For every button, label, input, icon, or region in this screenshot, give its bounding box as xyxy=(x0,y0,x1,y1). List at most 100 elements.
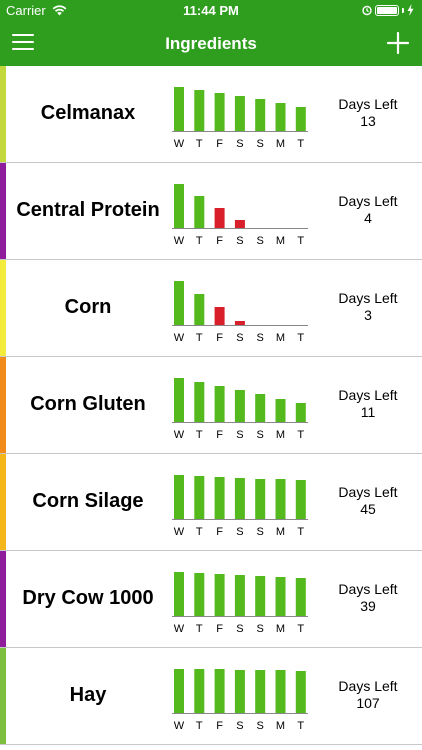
usage-bar xyxy=(234,478,245,519)
day-label: M xyxy=(276,235,285,247)
days-left-label: Days Left xyxy=(338,387,398,403)
day-label: W xyxy=(174,235,185,247)
days-left: Days Left 13 xyxy=(318,96,418,130)
ingredient-name: Central Protein xyxy=(16,199,160,221)
usage-bar xyxy=(174,184,184,228)
usage-bar xyxy=(194,382,205,422)
day-label: W xyxy=(174,332,185,344)
ingredient-list: Celmanax W T F S S M T Days Left 13 Central Protei… xyxy=(0,66,422,745)
usage-bar xyxy=(234,575,245,616)
day-label: S xyxy=(236,429,243,441)
days-left: Days Left 107 xyxy=(318,678,418,712)
usage-bar xyxy=(214,93,225,131)
day-label: F xyxy=(216,526,223,538)
day-label: S xyxy=(257,623,264,635)
day-label: M xyxy=(276,332,285,344)
days-left-value: 13 xyxy=(360,113,376,129)
usage-bar xyxy=(174,281,184,325)
day-label: S xyxy=(257,429,264,441)
day-label: F xyxy=(216,138,223,150)
usage-bar xyxy=(275,479,286,519)
day-label: T xyxy=(196,720,203,732)
day-label: T xyxy=(297,235,304,247)
day-label: S xyxy=(236,138,243,150)
usage-bar xyxy=(295,480,306,519)
usage-bar xyxy=(214,669,225,713)
ingredient-name: Celmanax xyxy=(40,102,136,124)
days-left-label: Days Left xyxy=(338,581,398,597)
days-left: Days Left 3 xyxy=(318,290,418,324)
days-left: Days Left 4 xyxy=(318,193,418,227)
ingredient-row[interactable]: Celmanax W T F S S M T Days Left 13 xyxy=(0,66,422,163)
day-label: W xyxy=(174,138,185,150)
usage-bar-chart: WTFSSMT xyxy=(172,378,308,441)
usage-bar-chart: WTFSSMT xyxy=(172,281,308,344)
ingredient-row[interactable]: Corn Silage W T F S S M T Days Left 45 xyxy=(0,454,422,551)
usage-bar-chart: WTFSSMT xyxy=(172,87,308,150)
usage-bar-chart: WTFSSMT xyxy=(172,669,308,732)
page-title: Ingredients xyxy=(165,34,257,53)
day-label: S xyxy=(236,235,243,247)
days-left-label: Days Left xyxy=(338,678,398,694)
usage-bar xyxy=(275,399,286,422)
status-bar: Carrier 11:44 PM xyxy=(0,0,422,22)
usage-bar xyxy=(194,90,205,131)
day-label: T xyxy=(297,720,304,732)
ingredient-name: Dry Cow 1000 xyxy=(22,587,154,609)
days-left: Days Left 39 xyxy=(318,581,418,615)
day-label: T xyxy=(297,332,304,344)
day-label: T xyxy=(196,429,203,441)
day-label: W xyxy=(174,526,185,538)
day-label: T xyxy=(196,623,203,635)
day-label: S xyxy=(257,720,264,732)
usage-bar xyxy=(234,390,245,422)
day-label: T xyxy=(196,526,203,538)
usage-bar xyxy=(255,99,266,131)
ingredient-row[interactable]: Hay W T F S S M T Days Left 107 xyxy=(0,648,422,745)
ingredient-name: Corn Silage xyxy=(32,490,144,512)
usage-bar xyxy=(214,208,225,228)
usage-bar xyxy=(275,103,286,131)
category-color-stripe xyxy=(0,260,6,356)
day-label: W xyxy=(174,720,185,732)
usage-bar xyxy=(255,394,266,422)
days-left-label: Days Left xyxy=(338,484,398,500)
day-label: W xyxy=(174,623,185,635)
day-label: T xyxy=(297,429,304,441)
usage-bar xyxy=(194,573,205,616)
day-label: S xyxy=(236,720,243,732)
day-label: S xyxy=(257,526,264,538)
day-label: S xyxy=(257,235,264,247)
day-label: S xyxy=(257,138,264,150)
usage-bar xyxy=(234,96,245,131)
usage-bar xyxy=(194,669,205,713)
day-label: F xyxy=(216,623,223,635)
usage-bar xyxy=(295,578,306,616)
usage-bar xyxy=(255,479,266,519)
days-left-value: 107 xyxy=(356,695,380,711)
day-label: F xyxy=(216,720,223,732)
ingredient-row[interactable]: Central Protein W T F S S M T Days Left 4 xyxy=(0,163,422,260)
usage-bar xyxy=(295,403,306,422)
category-color-stripe xyxy=(0,66,6,162)
day-label: T xyxy=(297,526,304,538)
usage-bar xyxy=(174,572,184,616)
day-label: T xyxy=(196,332,203,344)
usage-bar xyxy=(234,670,245,713)
days-left-value: 45 xyxy=(360,501,376,517)
ingredient-row[interactable]: Corn Gluten W T F S S M T Days Left 11 xyxy=(0,357,422,454)
day-label: F xyxy=(216,429,223,441)
ingredient-row[interactable]: Dry Cow 1000 W T F S S M T Days Left 39 xyxy=(0,551,422,648)
status-time: 11:44 PM xyxy=(183,3,239,18)
ingredient-row[interactable]: Corn W T F S S M T Days Left 3 xyxy=(0,260,422,357)
usage-bar xyxy=(255,576,266,616)
day-label: T xyxy=(196,235,203,247)
usage-bar-chart: WTFSSMT xyxy=(172,475,308,538)
usage-bar xyxy=(174,475,184,519)
day-label: T xyxy=(297,623,304,635)
day-label: M xyxy=(276,429,285,441)
day-label: T xyxy=(196,138,203,150)
day-label: T xyxy=(297,138,304,150)
usage-bar-chart: WTFSSMT xyxy=(172,572,308,635)
add-button[interactable] xyxy=(386,31,410,55)
